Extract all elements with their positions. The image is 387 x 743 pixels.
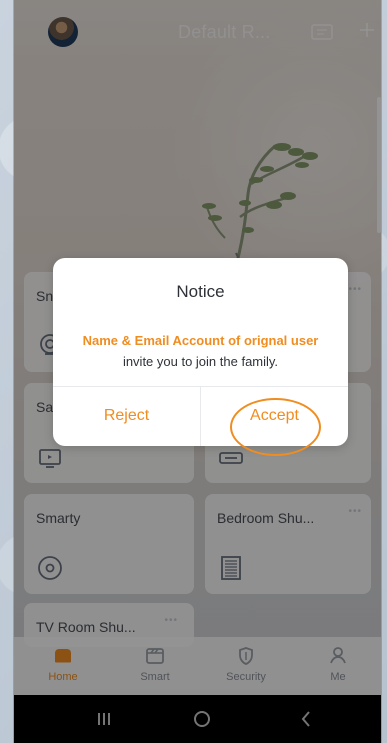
accept-highlight-ring xyxy=(230,398,321,456)
dialog-title: Notice xyxy=(176,282,225,301)
dialog-message-text: invite you to join the family. xyxy=(122,354,279,369)
inviter-account: Name & Email Account of orignal user xyxy=(82,333,319,348)
dialog-message: Name & Email Account of orignal user inv… xyxy=(73,330,328,372)
phone-screen: Default R... Sn ••• Sa Smarty Bedroom Sh… xyxy=(14,0,381,743)
reject-button[interactable]: Reject xyxy=(53,386,200,446)
